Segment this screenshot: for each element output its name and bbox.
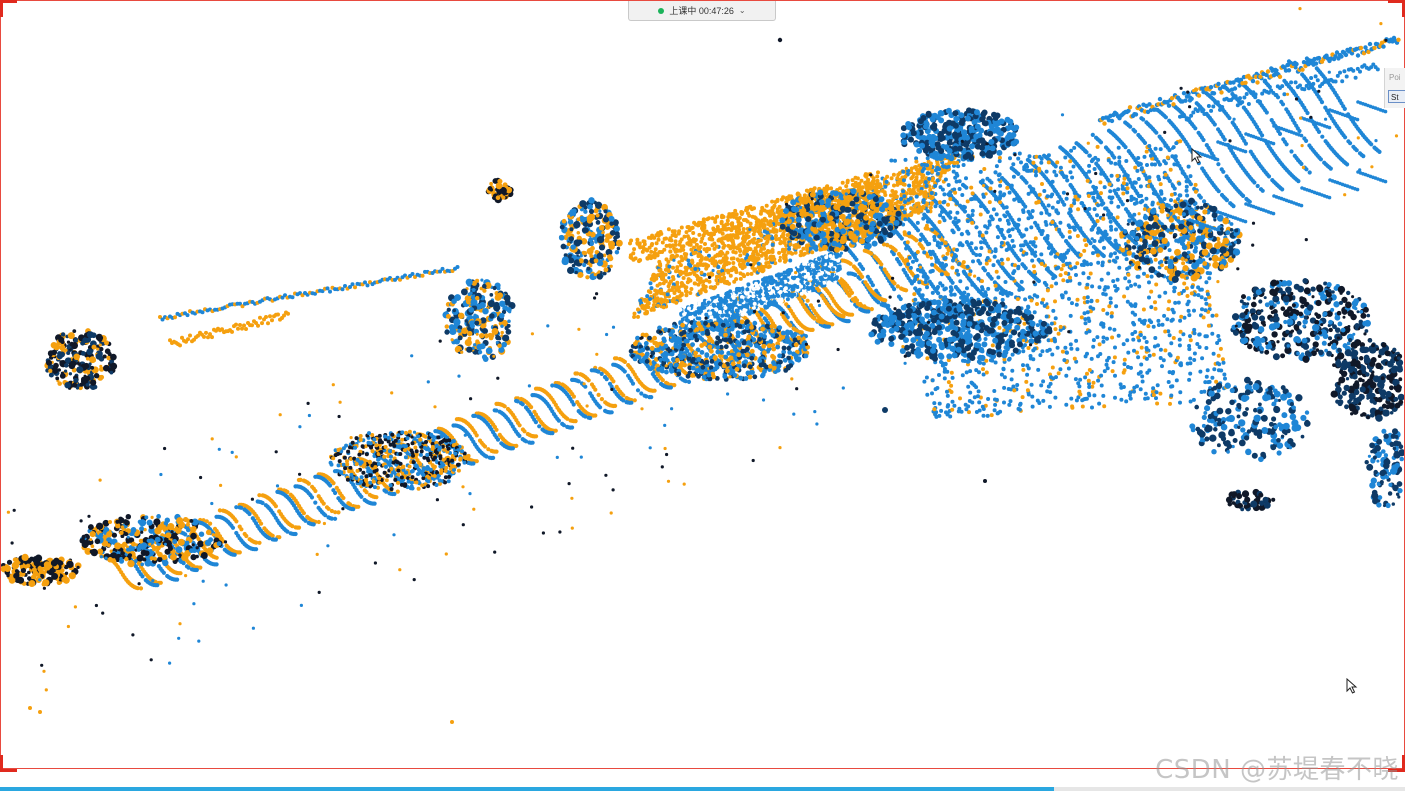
point-picking-panel: Poi St [1384,68,1405,108]
point-cloud-viewport[interactable] [0,0,1405,770]
playback-progress-bar[interactable] [0,787,1405,791]
panel-button[interactable]: St [1388,90,1405,103]
panel-title: Poi [1389,73,1401,82]
playback-progress-fill [0,787,1054,791]
watermark: CSDN @苏堤春不晓 [1155,755,1399,785]
screen-share-window: 上课中 00:47:26 ⌄ Poi St CSDN @苏堤春不晓 [0,0,1405,791]
chevron-down-icon: ⌄ [738,6,746,15]
live-status-dot-icon [658,7,665,14]
session-status-label: 上课中 00:47:26 [669,6,734,16]
point-cloud [0,7,1405,724]
session-status-dropdown[interactable]: 上课中 00:47:26 ⌄ [628,1,776,21]
